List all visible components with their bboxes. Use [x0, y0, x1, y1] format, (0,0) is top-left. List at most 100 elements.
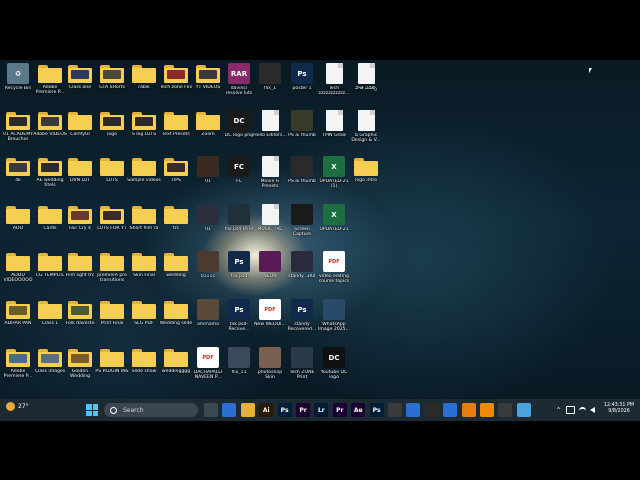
- desktop-icon[interactable]: PDF DACHAPALLI NAVEEN P...: [192, 346, 224, 392]
- desktop-icon[interactable]: GTA SHorts: [96, 62, 128, 108]
- davinci-resolve-icon[interactable]: [388, 403, 402, 417]
- desktop-icon[interactable]: RAR davinci resolve luts: [223, 62, 255, 108]
- desktop-icon[interactable]: ADD: [2, 203, 34, 249]
- desktop-icon[interactable]: PDF New WEDDI...: [254, 298, 286, 344]
- desktop-icon[interactable]: DC DC logo png: [223, 109, 255, 155]
- desktop-icon[interactable]: Adobe Premiere P...: [34, 62, 66, 108]
- desktop-icon[interactable]: Slide show: [128, 346, 160, 392]
- desktop-icon[interactable]: TIPS: [160, 155, 192, 201]
- desktop-icon[interactable]: CG TEMPLTE: [34, 250, 66, 296]
- desktop-icon[interactable]: Tech ZONE Print: [286, 346, 318, 392]
- desktop-icon[interactable]: MUSIC TRC: [254, 203, 286, 249]
- desktop-icon[interactable]: Ps flix psd-Recove...: [223, 298, 255, 344]
- desktop-icon[interactable]: DC Youtube DC logo: [318, 346, 350, 392]
- task-view-icon[interactable]: [204, 403, 218, 417]
- desktop-icon[interactable]: DVN LUT: [64, 155, 96, 201]
- desktop-icon[interactable]: FC FC: [223, 155, 255, 201]
- desktop-icon[interactable]: 01: [192, 203, 224, 249]
- desktop-icon[interactable]: Ps standy Recovered...: [286, 298, 318, 344]
- desktop-icon[interactable]: PS PLUGIN INS: [95, 346, 129, 392]
- desktop-icon[interactable]: Wedding slide: [160, 298, 192, 344]
- network-icon[interactable]: [566, 406, 576, 414]
- desktop-icon[interactable]: standy .3X4: [286, 250, 318, 296]
- desktop-icon[interactable]: Movie Fi Presets: [254, 155, 286, 201]
- desktop-icon[interactable]: పాత ఎడిట్స్: [350, 62, 382, 108]
- desktop-icon[interactable]: Class one: [64, 62, 96, 108]
- photoshop-icon-2[interactable]: Ps: [369, 403, 384, 417]
- illustrator-icon[interactable]: Ai: [259, 403, 274, 417]
- desktop-icon[interactable]: flix_11: [223, 346, 255, 392]
- desktop-icon[interactable]: Film light trc: [64, 250, 96, 296]
- desktop-icon[interactable]: flix_1: [254, 62, 286, 108]
- taskbar-search-box[interactable]: Search: [104, 403, 198, 417]
- desktop-icon[interactable]: 01: [192, 155, 224, 201]
- premiere-icon[interactable]: Pr: [296, 403, 310, 417]
- desktop-icon[interactable]: TPIN Grow: [318, 109, 350, 155]
- show-hidden-icons-button[interactable]: ^: [556, 407, 561, 414]
- desktop-icon[interactable]: weddingggg: [160, 346, 192, 392]
- file-explorer-icon[interactable]: [240, 403, 255, 417]
- desktop[interactable]: ♻ Recycle Bin 01 ACADEMY Brouchor 4k ADD ADDD…: [0, 60, 640, 421]
- after-effects-icon[interactable]: Ae: [351, 403, 366, 417]
- volume-icon[interactable]: [590, 407, 596, 413]
- desktop-icon[interactable]: 01 ACADEMY Brouchor: [2, 109, 34, 155]
- desktop-icon[interactable]: WhatsApp Image 2025...: [318, 298, 350, 344]
- desktop-icon[interactable]: Skin Final: [128, 250, 160, 296]
- desktop-icon[interactable]: Golden Wedding: [64, 346, 96, 392]
- desktop-icon[interactable]: Sample videos: [127, 155, 161, 201]
- desktop-icon[interactable]: NEON: [254, 250, 286, 296]
- desktop-icon[interactable]: PS ai thumb: [286, 109, 318, 155]
- lightroom-icon[interactable]: Lr: [314, 403, 329, 417]
- photoshop-icon[interactable]: Ps: [277, 403, 292, 417]
- desktop-icon[interactable]: rabik: [128, 62, 160, 108]
- wifi-icon[interactable]: [579, 406, 587, 414]
- desktop-icon[interactable]: ADDD VIDEOOOOO: [2, 250, 34, 296]
- desktop-icon[interactable]: Ps flix psd: [223, 250, 255, 296]
- desktop-icon[interactable]: premiere pro transitions: [96, 250, 128, 296]
- desktop-icon[interactable]: LUTS: [96, 155, 128, 201]
- desktop-icon[interactable]: Fair Cry 4: [64, 203, 96, 249]
- desktop-icon[interactable]: Tech zzzzzzzzzzz...: [318, 62, 350, 108]
- desktop-icon[interactable]: Ps poster 1: [286, 62, 318, 108]
- desktop-icon[interactable]: Adobe VIDEOS: [33, 109, 67, 155]
- desktop-icon[interactable]: trc: [160, 203, 192, 249]
- desktop-icon[interactable]: ammama: [192, 298, 224, 344]
- desktop-icon[interactable]: Adobe Premiere P...: [2, 346, 34, 392]
- desktop-icon[interactable]: wedding: [160, 250, 192, 296]
- desktop-icon[interactable]: YT VIDEOS: [192, 62, 224, 108]
- desktop-icon[interactable]: Short film ra: [128, 203, 160, 249]
- desktop-icon[interactable]: flix psd Print: [223, 203, 255, 249]
- notepad-icon[interactable]: [516, 403, 531, 417]
- desktop-icon[interactable]: Hello Editors...: [253, 109, 287, 155]
- desktop-icon[interactable]: Print Final: [96, 298, 128, 344]
- blender-icon[interactable]: [461, 403, 476, 417]
- desktop-icon[interactable]: 4k: [2, 155, 34, 201]
- desktop-icon[interactable]: X UPDATED-21: [318, 203, 350, 249]
- desktop-icon[interactable]: PS ai thumb: [286, 155, 318, 201]
- desktop-icon[interactable]: SLG PDF: [128, 298, 160, 344]
- desktop-icon[interactable]: logo: [96, 109, 128, 155]
- desktop-icon[interactable]: Cards: [34, 203, 66, 249]
- desktop-icon[interactable]: 01111: [192, 250, 224, 296]
- app-icon[interactable]: [498, 403, 513, 417]
- taskbar-clock[interactable]: 12:43:31 PM 9/8/2026: [602, 403, 636, 415]
- chrome-icon-3[interactable]: [443, 403, 458, 417]
- premiere-icon-2[interactable]: Pr: [332, 403, 347, 417]
- vlc-icon[interactable]: [480, 403, 494, 417]
- desktop-icon[interactable]: X UPDATED-21 (1): [318, 155, 350, 201]
- desktop-icon[interactable]: Tech zone Flix: [160, 62, 192, 108]
- desktop-icon[interactable]: photoshop Skin: [254, 346, 286, 392]
- epic-games-icon[interactable]: [424, 403, 439, 417]
- desktop-icon[interactable]: S log LUTS: [128, 109, 160, 155]
- desktop-icon[interactable]: ద్ Graphic Design & V...: [350, 109, 382, 155]
- chrome-icon[interactable]: [222, 403, 237, 417]
- start-button[interactable]: [86, 404, 98, 416]
- chrome-icon-2[interactable]: [406, 403, 421, 417]
- desktop-icon[interactable]: PDF video editing course topics: [318, 250, 350, 296]
- desktop-icon[interactable]: Screen Capture: [286, 203, 318, 249]
- desktop-icon[interactable]: Zoom: [192, 109, 224, 155]
- desktop-icon[interactable]: AE wedding titels: [34, 155, 66, 201]
- desktop-icon[interactable]: ♻ Recycle Bin: [2, 62, 34, 108]
- desktop-icon[interactable]: Text Presets: [160, 109, 192, 155]
- desktop-icon[interactable]: Folk daveste: [64, 298, 96, 344]
